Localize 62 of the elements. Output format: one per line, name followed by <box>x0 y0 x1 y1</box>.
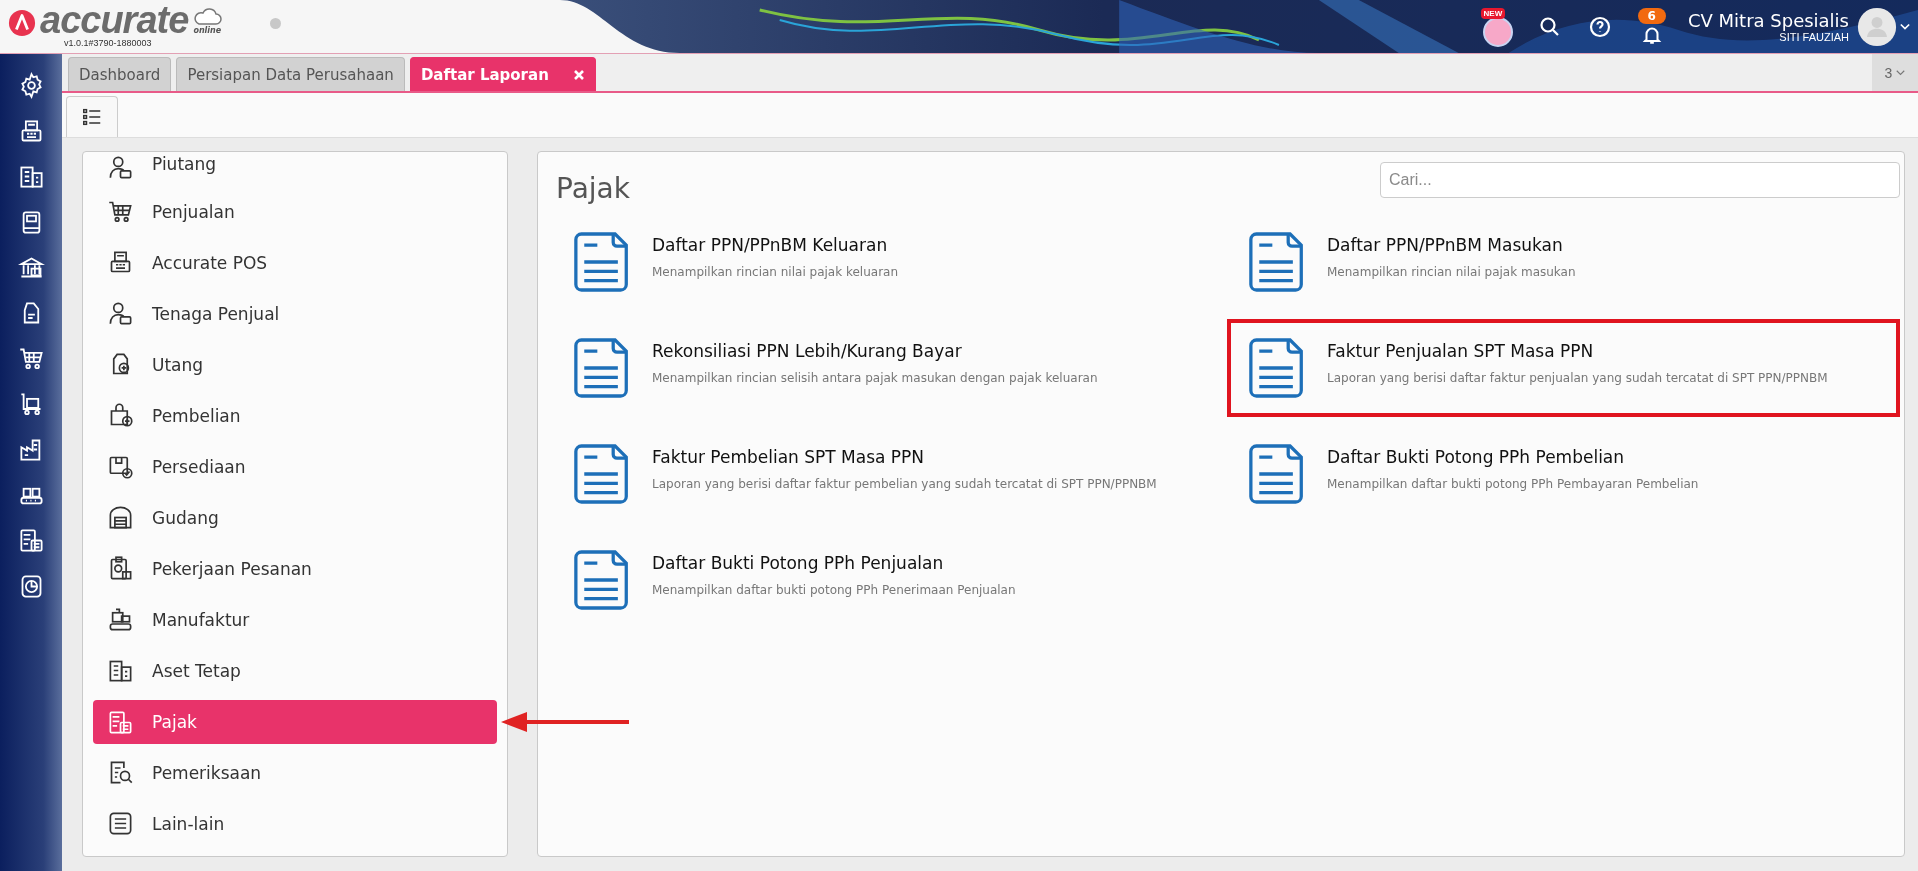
tax-calculator-icon[interactable] <box>17 527 45 554</box>
document-icon[interactable] <box>574 443 630 505</box>
report-link[interactable]: Rekonsiliasi PPN Lebih/Kurang Bayar <box>652 341 1098 361</box>
sidebar-item[interactable]: Pembelian <box>93 390 497 441</box>
status-dot <box>270 18 282 29</box>
document-icon[interactable] <box>574 549 630 611</box>
logo-icon <box>8 8 36 37</box>
document-icon[interactable] <box>1249 231 1305 293</box>
sidebar-item[interactable]: Tenaga Penjual <box>93 288 497 339</box>
report-link[interactable]: Faktur Pembelian SPT Masa PPN <box>652 447 1157 467</box>
document-icon[interactable] <box>574 337 630 399</box>
sidebar-item[interactable]: Piutang <box>93 154 497 186</box>
list-icon <box>107 810 134 837</box>
company-name: CV Mitra Spesialis <box>1687 10 1849 31</box>
sidebar-item[interactable]: Lain-lain <box>93 798 497 849</box>
sidebar-item[interactable]: Utang <box>93 339 497 390</box>
sidebar-item[interactable]: Gudang <box>93 492 497 543</box>
close-icon[interactable] <box>572 68 585 81</box>
search-field[interactable]: Cari... <box>1380 162 1900 198</box>
brand-subtitle: online <box>193 26 222 35</box>
document-icon[interactable] <box>1249 443 1305 505</box>
report-description: Menampilkan daftar bukti potong PPh Penerimaan Penjualan <box>652 583 1016 597</box>
report-link[interactable]: Daftar Bukti Potong PPh Pembelian <box>1327 447 1699 467</box>
report-description: Menampilkan rincian nilai pajak keluaran <box>652 265 899 279</box>
new-badge: NEW <box>1480 7 1506 19</box>
brand-name: accurate <box>40 0 189 41</box>
report-link[interactable]: Faktur Penjualan SPT Masa PPN <box>1327 341 1828 361</box>
person-icon <box>107 154 134 181</box>
tab[interactable]: Daftar Laporan <box>409 57 596 91</box>
tab[interactable]: Persiapan Data Perusahaan <box>176 57 405 91</box>
sidebar-item[interactable]: Pekerjaan Pesanan <box>93 543 497 594</box>
tab-count-dropdown[interactable]: 3 <box>1872 54 1918 91</box>
report-description: Laporan yang berisi daftar faktur pembelian yang sudah tercatat di SPT PPN/PPNBM <box>652 477 1157 491</box>
sidebar-item[interactable]: Penjualan <box>93 186 497 237</box>
version-text: v1.0.1#3790-1880003 <box>64 38 152 48</box>
sidebar-item[interactable]: Persediaan <box>93 441 497 492</box>
report-link[interactable]: Daftar PPN/PPnBM Keluaran <box>652 235 899 255</box>
document-icon[interactable] <box>1249 337 1305 399</box>
sidebar-item[interactable]: Aset Tetap <box>93 645 497 696</box>
help-icon[interactable] <box>1587 14 1612 39</box>
avatar-icon[interactable] <box>1857 6 1897 47</box>
report-description: Laporan yang berisi daftar faktur penjualan yang sudah tercatat di SPT PPN/PPNBM <box>1327 371 1828 385</box>
report-description: Menampilkan rincian selisih antara pajak masukan dengan pajak keluaran <box>652 371 1098 385</box>
report-link[interactable]: Daftar PPN/PPnBM Masukan <box>1327 235 1576 255</box>
panel-title: Pajak <box>556 172 630 205</box>
cloud-icon <box>192 8 223 26</box>
sidebar-item[interactable]: Accurate POS <box>93 237 497 288</box>
list-icon <box>81 106 103 128</box>
chevron-down-icon[interactable] <box>1900 22 1910 31</box>
report-link[interactable]: Daftar Bukti Potong PPh Penjualan <box>652 553 1016 573</box>
warehouse-icon <box>107 504 134 531</box>
tab[interactable]: Dashboard <box>68 57 172 91</box>
person-icon <box>107 300 134 327</box>
document-icon[interactable] <box>574 231 630 293</box>
report-description: Menampilkan rincian nilai pajak masukan <box>1327 265 1576 279</box>
chevron-down-icon <box>1896 69 1906 76</box>
machine-icon <box>107 606 134 633</box>
sidebar-item[interactable]: Pemeriksaan <box>93 747 497 798</box>
report-description: Menampilkan daftar bukti potong PPh Pembayaran Pembelian <box>1327 477 1699 491</box>
sidebar-item[interactable]: Manufaktur <box>93 594 497 645</box>
user-name: SITI FAUZIAH <box>1779 31 1849 43</box>
list-view-button[interactable] <box>66 96 118 137</box>
